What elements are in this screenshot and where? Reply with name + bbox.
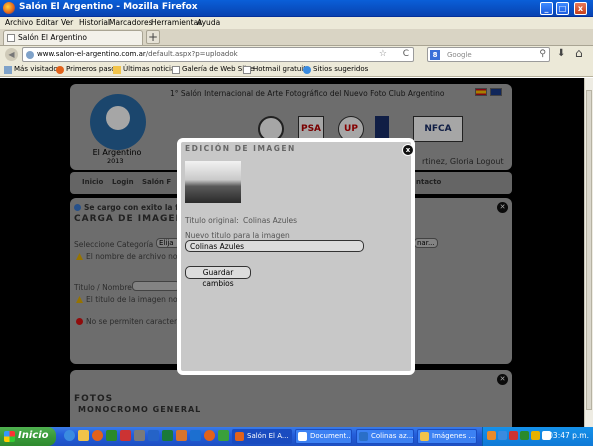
ie-icon <box>303 66 311 74</box>
menu-ver[interactable]: Ver <box>61 18 73 27</box>
tray-icon[interactable] <box>498 431 507 440</box>
menu-editar[interactable]: Editar <box>36 18 58 27</box>
page-content: 1° Salón Internacional de Arte Fotográfi… <box>0 78 584 427</box>
page-scrollbar[interactable] <box>584 78 593 427</box>
new-tab-button[interactable]: + <box>146 30 160 44</box>
menu-ayuda[interactable]: Ayuda <box>197 18 220 27</box>
menu-bar: Archivo Editar Ver Historial Marcadores … <box>0 17 593 29</box>
modal-close-button[interactable]: x <box>402 144 414 156</box>
document-icon <box>298 432 307 441</box>
reload-icon[interactable]: C <box>403 49 409 59</box>
original-title-value: Colinas Azules <box>243 216 298 225</box>
clock[interactable]: 03:47 p.m. <box>548 431 589 440</box>
home-icon[interactable]: ⌂ <box>575 46 583 60</box>
page-icon <box>172 66 180 74</box>
bookmark-primeros-pasos[interactable]: Primeros pasos <box>66 65 119 73</box>
search-icon[interactable]: ⚲ <box>539 49 546 59</box>
app-icon[interactable] <box>190 430 201 441</box>
folder-icon[interactable] <box>78 430 89 441</box>
tray-icon[interactable] <box>531 431 540 440</box>
bookmark-mas-visitados[interactable]: Más visitados <box>14 65 61 73</box>
tray-icon[interactable] <box>509 431 518 440</box>
excel-icon[interactable] <box>162 430 173 441</box>
app-icon[interactable] <box>176 430 187 441</box>
bookmark-sitios-sugeridos[interactable]: Sitios sugeridos <box>313 65 368 73</box>
window-title-bar: Salón El Argentino - Mozilla Firefox _ □… <box>0 0 593 17</box>
tab-label: Salón El Argentino <box>18 33 87 42</box>
system-tray: 03:47 p.m. <box>482 427 593 446</box>
taskbar-colinas[interactable]: Colinas az... <box>356 429 414 444</box>
firefox-icon[interactable] <box>92 430 103 441</box>
bookmark-ultimas-noticias[interactable]: Últimas noticias <box>123 65 179 73</box>
folder-icon <box>420 432 429 441</box>
minimize-button[interactable]: _ <box>540 2 553 15</box>
windows-logo-icon <box>4 431 15 442</box>
firefox-icon <box>3 2 15 14</box>
bookmark-hotmail[interactable]: Hotmail gratuito <box>253 65 310 73</box>
original-title-label: Titulo original: <box>185 216 239 225</box>
tray-icon[interactable] <box>487 431 496 440</box>
new-title-input[interactable] <box>185 240 364 252</box>
app-icon[interactable] <box>218 430 229 441</box>
taskbar-imagenes[interactable]: Imágenes ... <box>417 429 477 444</box>
app-icon[interactable] <box>120 430 131 441</box>
app-icon[interactable] <box>134 430 145 441</box>
taskbar-firefox[interactable]: Salón El A... <box>232 429 292 444</box>
save-changes-button[interactable]: Guardar cambios <box>185 266 251 288</box>
menu-marcadores[interactable]: Marcadores <box>109 18 153 27</box>
edit-image-modal: EDICIÓN DE IMAGEN x Titulo original: Col… <box>177 138 415 375</box>
tab-salon[interactable]: Salón El Argentino <box>3 30 143 45</box>
menu-historial[interactable]: Historial <box>79 18 110 27</box>
tray-icon[interactable] <box>520 431 529 440</box>
search-bar[interactable]: 8 Google ⚲ <box>427 47 550 62</box>
search-engine-icon[interactable]: 8 <box>430 50 440 60</box>
start-button[interactable]: Inicio <box>0 427 56 446</box>
maximize-button[interactable]: □ <box>556 2 569 15</box>
modal-title: EDICIÓN DE IMAGEN <box>185 144 296 153</box>
firefox-icon[interactable] <box>204 430 215 441</box>
photoshop-icon <box>359 432 368 441</box>
firefox-icon <box>235 432 244 441</box>
scrollbar-thumb[interactable] <box>586 90 592 410</box>
close-window-button[interactable]: x <box>574 2 587 15</box>
start-label: Inicio <box>18 430 49 441</box>
ie-icon[interactable] <box>64 430 75 441</box>
page-icon <box>243 66 251 74</box>
image-thumbnail <box>185 161 241 203</box>
url-text: www.salon-el-argentino.com.ar/default.as… <box>37 50 238 58</box>
word-icon[interactable] <box>148 430 159 441</box>
download-icon[interactable]: ⬇ <box>557 48 565 59</box>
window-title: Salón El Argentino - Mozilla Firefox <box>19 2 198 12</box>
back-button[interactable]: ◀ <box>5 48 18 61</box>
page-icon <box>7 34 15 42</box>
media-icon[interactable] <box>106 430 117 441</box>
menu-archivo[interactable]: Archivo <box>5 18 33 27</box>
taskbar-document[interactable]: Document... <box>295 429 352 444</box>
firefox-icon <box>56 66 64 74</box>
url-bar[interactable]: www.salon-el-argentino.com.ar/default.as… <box>22 47 414 62</box>
bookmarks-bar: Más visitados Primeros pasos Últimas not… <box>0 64 593 77</box>
most-visited-icon <box>4 66 12 74</box>
rss-icon <box>113 66 121 74</box>
menu-herramientas[interactable]: Herramientas <box>151 18 202 27</box>
site-identity-icon[interactable] <box>26 51 34 59</box>
search-placeholder: Google <box>447 51 472 59</box>
bookmark-star-icon[interactable]: ☆ <box>379 49 387 59</box>
new-title-label: Nuevo titulo para la imagen <box>185 231 290 240</box>
